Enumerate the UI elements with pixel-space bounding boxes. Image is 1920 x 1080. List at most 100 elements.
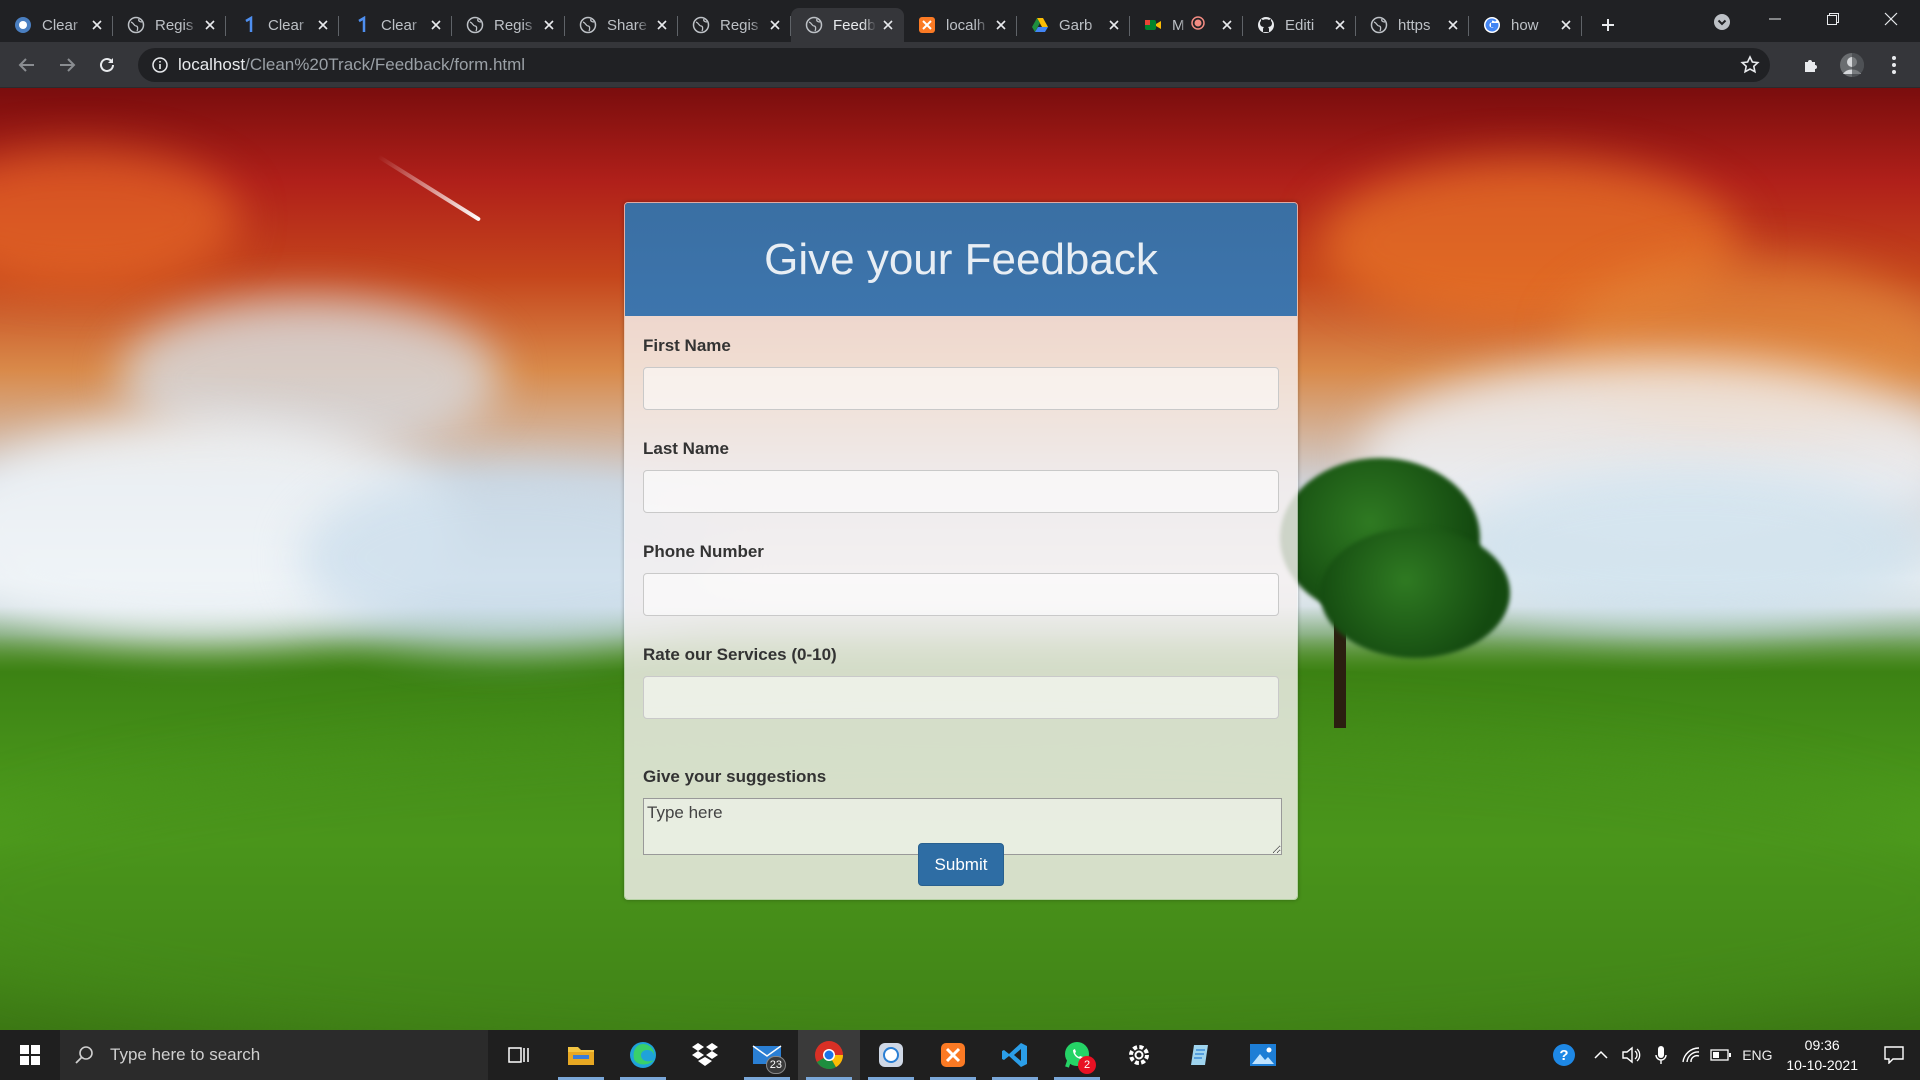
tab-close-button[interactable] [654, 17, 670, 33]
language-indicator[interactable]: ENG [1736, 1030, 1778, 1080]
cloud [1450, 468, 1920, 628]
battery-icon[interactable] [1706, 1030, 1736, 1080]
volume-icon[interactable] [1616, 1030, 1646, 1080]
screenshot-app[interactable] [860, 1030, 922, 1080]
browser-tab[interactable]: M [1130, 8, 1243, 42]
form-body: First Name Last Name Phone Number Rate o… [625, 316, 1297, 899]
tab-close-button[interactable] [993, 17, 1009, 33]
first-name-input[interactable] [643, 367, 1279, 410]
tab-close-button[interactable] [1445, 17, 1461, 33]
browser-tab[interactable]: Share [565, 8, 678, 42]
address-bar[interactable]: localhost/Clean%20Track/Feedback/form.ht… [138, 48, 1770, 82]
browser-tab[interactable]: Feedb [791, 8, 904, 42]
windows-taskbar: Type here to search 23 2 ? ENG 09:36 10-… [0, 1030, 1920, 1080]
dropbox-app[interactable] [674, 1030, 736, 1080]
settings-app[interactable] [1108, 1030, 1170, 1080]
tab-close-button[interactable] [428, 17, 444, 33]
google-meet-icon [1144, 16, 1162, 34]
forward-button[interactable] [51, 49, 83, 81]
browser-tab[interactable]: how [1469, 8, 1582, 42]
edge-app[interactable] [612, 1030, 674, 1080]
browser-tab[interactable]: Clear [339, 8, 452, 42]
whatsapp-app[interactable]: 2 [1046, 1030, 1108, 1080]
vscode-icon [1002, 1043, 1027, 1067]
close-window-button[interactable] [1862, 0, 1920, 38]
arrow-left-icon [18, 58, 34, 72]
browser-tab[interactable]: localh [904, 8, 1017, 42]
start-button[interactable] [0, 1030, 60, 1080]
microphone-icon[interactable] [1646, 1030, 1676, 1080]
globe-icon [805, 16, 823, 34]
rating-label: Rate our Services (0-10) [643, 645, 837, 664]
tab-close-button[interactable] [767, 17, 783, 33]
reload-button[interactable] [91, 49, 123, 81]
mail-app[interactable]: 23 [736, 1030, 798, 1080]
chrome-app[interactable] [798, 1030, 860, 1080]
url-host: localhost [178, 55, 246, 74]
tab-close-button[interactable] [1219, 17, 1235, 33]
svg-text:?: ? [1560, 1047, 1569, 1064]
tab-close-button[interactable] [315, 17, 331, 33]
minimize-button[interactable] [1746, 0, 1804, 38]
whatsapp-badge: 2 [1078, 1056, 1096, 1074]
first-name-label: First Name [643, 336, 731, 355]
tab-close-button[interactable] [1558, 17, 1574, 33]
bookmark-star-icon[interactable] [1740, 55, 1760, 80]
extensions-button[interactable] [1796, 49, 1828, 81]
browser-tab[interactable]: Editi [1243, 8, 1356, 42]
photos-app[interactable] [1232, 1030, 1294, 1080]
clock[interactable]: 09:36 10-10-2021 [1778, 1035, 1868, 1075]
close-icon [1884, 12, 1898, 26]
rating-input[interactable] [643, 676, 1279, 719]
close-icon [770, 20, 780, 30]
close-icon [996, 20, 1006, 30]
tab-close-button[interactable] [541, 17, 557, 33]
form-header: Give your Feedback [625, 203, 1297, 316]
clock-time: 09:36 [1804, 1037, 1840, 1053]
xampp-app[interactable] [922, 1030, 984, 1080]
tab-title: Clear [42, 16, 78, 34]
browser-tab[interactable]: Clear [0, 8, 113, 42]
tab-title: Regis [720, 16, 759, 34]
browser-tab[interactable]: https [1356, 8, 1469, 42]
profile-avatar[interactable] [1836, 49, 1868, 81]
tab-close-button[interactable] [1332, 17, 1348, 33]
browser-tab[interactable]: Regis [113, 8, 226, 42]
site-info-icon[interactable] [142, 57, 178, 73]
tab-close-button[interactable] [89, 17, 105, 33]
browser-tab[interactable]: Regis [678, 8, 791, 42]
reload-icon [100, 57, 114, 72]
tab-close-button[interactable] [880, 17, 896, 33]
restore-button[interactable] [1804, 0, 1862, 38]
close-icon [318, 20, 328, 30]
close-icon [883, 20, 893, 30]
browser-menu-button[interactable] [1878, 49, 1910, 81]
chevron-up-icon[interactable] [1586, 1030, 1616, 1080]
notepad-app[interactable] [1170, 1030, 1232, 1080]
tab-close-button[interactable] [1106, 17, 1122, 33]
help-icon[interactable]: ? [1542, 1030, 1586, 1080]
chevron-down-circle-icon [1714, 14, 1730, 30]
browser-tab[interactable]: Clear [226, 8, 339, 42]
phone-number-input[interactable] [643, 573, 1279, 616]
vscode-app[interactable] [984, 1030, 1046, 1080]
notification-center-button[interactable] [1868, 1030, 1920, 1080]
taskbar-search-box[interactable]: Type here to search [60, 1030, 488, 1080]
dropbox-icon [692, 1043, 718, 1066]
tab-close-button[interactable] [202, 17, 218, 33]
tab-search-button[interactable] [1706, 8, 1738, 36]
task-view-button[interactable] [488, 1030, 550, 1080]
file-explorer-app[interactable] [550, 1030, 612, 1080]
close-icon [1109, 20, 1119, 30]
browser-tab[interactable]: Regis [452, 8, 565, 42]
close-icon [1335, 20, 1345, 30]
form-title: Give your Feedback [764, 234, 1158, 284]
new-tab-button[interactable] [1588, 8, 1628, 42]
back-button[interactable] [11, 49, 43, 81]
close-icon [657, 20, 667, 30]
submit-button[interactable]: Submit [918, 843, 1004, 886]
browser-tab[interactable]: Garb [1017, 8, 1130, 42]
last-name-input[interactable] [643, 470, 1279, 513]
globe-icon [692, 16, 710, 34]
wifi-icon[interactable] [1676, 1030, 1706, 1080]
